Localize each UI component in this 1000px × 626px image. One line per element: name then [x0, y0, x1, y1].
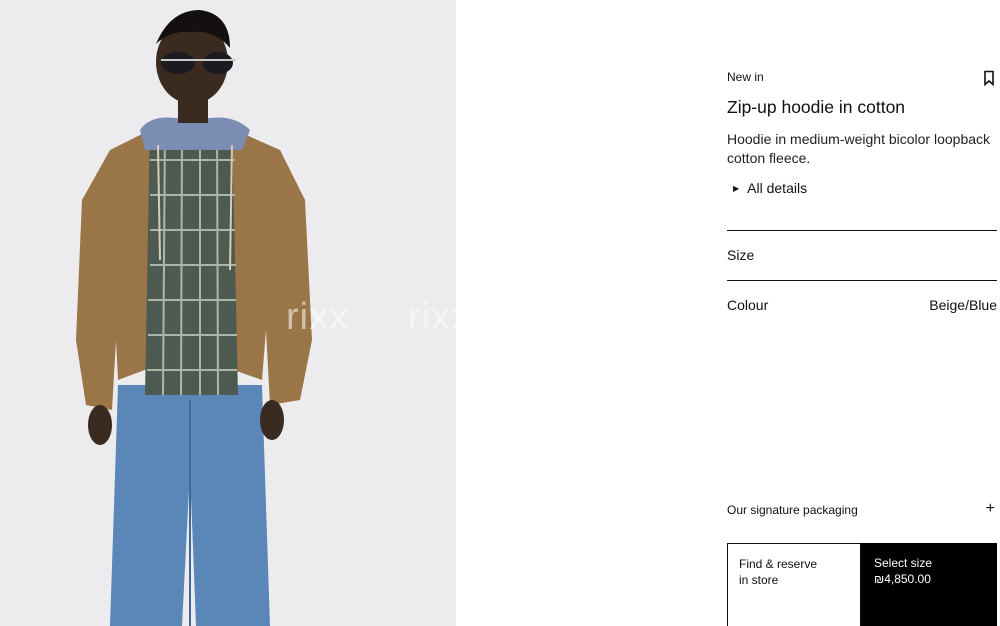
- watermark-text: rixx: [408, 296, 456, 338]
- signature-packaging-label: Our signature packaging: [727, 503, 858, 517]
- find-reserve-line2: in store: [739, 573, 779, 587]
- select-size-button[interactable]: Select size ₪4,850.00: [861, 543, 997, 626]
- size-row[interactable]: Size: [727, 247, 997, 263]
- size-label: Size: [727, 247, 755, 263]
- watermark-text: rixx: [286, 296, 350, 338]
- product-title: Zip-up hoodie in cotton: [727, 97, 906, 117]
- new-in-badge: New in: [727, 70, 764, 84]
- product-description: Hoodie in medium-weight bicolor loopback…: [727, 131, 991, 166]
- divider: [727, 230, 997, 231]
- colour-label: Colour: [727, 297, 769, 313]
- bookmark-icon[interactable]: [982, 70, 996, 87]
- all-details-toggle[interactable]: ▶ All details: [733, 180, 807, 196]
- signature-packaging-row[interactable]: Our signature packaging +: [727, 500, 997, 517]
- product-image: rixx rixx: [0, 0, 456, 626]
- find-reserve-line1: Find & reserve: [739, 557, 818, 571]
- colour-row[interactable]: Colour Beige/Blue: [727, 297, 997, 313]
- product-info-panel: New in Zip-up hoodie in cotton Hoodie in…: [727, 0, 997, 626]
- divider: [727, 280, 997, 281]
- price: ₪4,850.00: [874, 572, 931, 586]
- colour-value: Beige/Blue: [929, 297, 997, 313]
- all-details-label: All details: [747, 180, 808, 196]
- triangle-right-icon: ▶: [733, 183, 740, 193]
- plus-icon: +: [985, 500, 995, 517]
- model-illustration: [76, 10, 312, 626]
- select-size-label: Select size: [874, 556, 933, 570]
- find-reserve-button[interactable]: Find & reserve in store: [727, 543, 861, 626]
